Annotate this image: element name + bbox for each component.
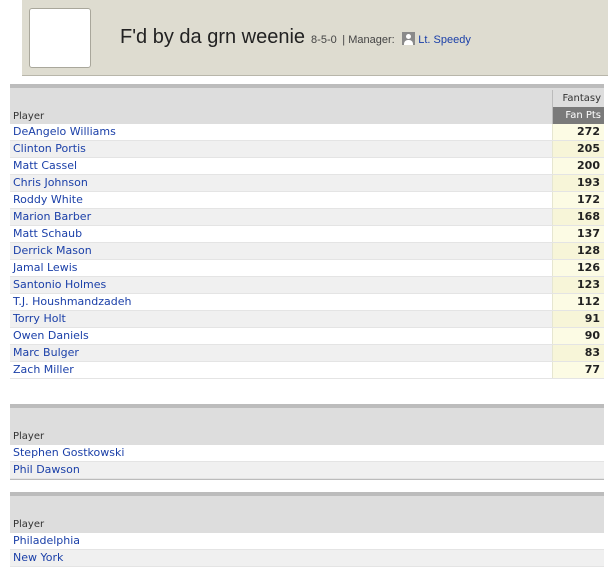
table-row: T.J. Houshmandzadeh 112 [10, 293, 604, 311]
fan-pts-cell: 126 [551, 259, 604, 277]
player-link[interactable]: Matt Cassel [13, 159, 77, 172]
fan-pts-cell: 172 [551, 191, 604, 209]
fan-pts-cell: 272 [551, 124, 604, 141]
fan-pts-cell: 77 [551, 361, 604, 379]
table-row: Derrick Mason 128 [10, 242, 604, 260]
player-link[interactable]: DeAngelo Williams [13, 125, 116, 138]
player-cell: Santonio Holmes [10, 276, 552, 294]
player-link[interactable]: T.J. Houshmandzadeh [13, 295, 131, 308]
player-cell: Matt Cassel [10, 157, 552, 175]
player-link[interactable]: Stephen Gostkowski [13, 446, 124, 459]
table-row: Stephen Gostkowski [10, 445, 604, 462]
manager-link[interactable]: Lt. Speedy [418, 34, 471, 46]
player-cell: Philadelphia [10, 533, 604, 550]
user-avatar-icon [402, 32, 416, 45]
player-cell: Marc Bulger [10, 344, 552, 362]
table-row: DeAngelo Williams 272 [10, 124, 604, 141]
player-link[interactable]: Marc Bulger [13, 346, 79, 359]
table-row: Philadelphia [10, 533, 604, 550]
defense-table: Player Philadelphia New York [10, 492, 604, 567]
player-link[interactable]: Torry Holt [13, 312, 66, 325]
player-link[interactable]: Clinton Portis [13, 142, 86, 155]
fantasy-group-header: Fantasy [552, 90, 604, 107]
player-link[interactable]: Zach Miller [13, 363, 74, 376]
team-record: 8-5-0 [311, 34, 337, 46]
player-cell: Roddy White [10, 191, 552, 209]
player-cell: Owen Daniels [10, 327, 552, 345]
player-column-header: Player [10, 496, 604, 533]
fan-pts-cell: 193 [551, 174, 604, 192]
fan-pts-cell: 137 [551, 225, 604, 243]
table-row: New York [10, 549, 604, 567]
player-cell: Marion Barber [10, 208, 552, 226]
player-cell: Torry Holt [10, 310, 552, 328]
player-link[interactable]: Jamal Lewis [13, 261, 77, 274]
team-logo [29, 8, 91, 68]
player-link[interactable]: Chris Johnson [13, 176, 88, 189]
player-link[interactable]: Owen Daniels [13, 329, 89, 342]
fan-pts-header[interactable]: Fan Pts [552, 107, 604, 124]
table-row: Santonio Holmes 123 [10, 276, 604, 294]
fan-pts-cell: 128 [551, 242, 604, 260]
player-link[interactable]: Matt Schaub [13, 227, 82, 240]
team-header: F'd by da grn weenie 8-5-0 | Manager: Lt.… [22, 0, 608, 76]
fan-pts-cell: 168 [551, 208, 604, 226]
player-cell: DeAngelo Williams [10, 124, 552, 141]
player-link[interactable]: Roddy White [13, 193, 83, 206]
player-cell: Phil Dawson [10, 461, 604, 479]
fan-pts-cell: 83 [551, 344, 604, 362]
table-row: Clinton Portis 205 [10, 140, 604, 158]
kickers-table: Player Stephen Gostkowski Phil Dawson [10, 404, 604, 480]
table-row: Phil Dawson [10, 461, 604, 479]
fan-pts-cell: 200 [551, 157, 604, 175]
manager-label: | Manager: [342, 34, 395, 46]
table-row: Matt Schaub 137 [10, 225, 604, 243]
player-cell: Jamal Lewis [10, 259, 552, 277]
team-name: F'd by da grn weenie [120, 26, 306, 48]
player-cell: New York [10, 549, 604, 567]
starters-table: Player Fantasy Fan Pts DeAngelo Williams… [10, 84, 604, 379]
defense-header-row: Player [10, 496, 604, 533]
player-cell: Matt Schaub [10, 225, 552, 243]
player-cell: Clinton Portis [10, 140, 552, 158]
player-column-header: Player [10, 408, 604, 445]
player-link[interactable]: Derrick Mason [13, 244, 92, 257]
table-row: Zach Miller 77 [10, 361, 604, 379]
fan-pts-cell: 205 [551, 140, 604, 158]
player-cell: Derrick Mason [10, 242, 552, 260]
table-row: Matt Cassel 200 [10, 157, 604, 175]
player-link[interactable]: Marion Barber [13, 210, 91, 223]
team-title-line: F'd by da grn weenie 8-5-0 | Manager: Lt.… [120, 26, 471, 49]
kickers-header-row: Player [10, 408, 604, 445]
table-row: Torry Holt 91 [10, 310, 604, 328]
table-row: Chris Johnson 193 [10, 174, 604, 192]
table-bottom-border [10, 478, 604, 480]
player-cell: Zach Miller [10, 361, 552, 379]
fan-pts-cell: 112 [551, 293, 604, 311]
player-cell: Chris Johnson [10, 174, 552, 192]
player-link[interactable]: New York [13, 551, 63, 564]
player-column-header: Player [10, 88, 552, 124]
table-row: Marc Bulger 83 [10, 344, 604, 362]
player-cell: Stephen Gostkowski [10, 445, 604, 462]
player-link[interactable]: Phil Dawson [13, 463, 80, 476]
fan-pts-cell: 90 [551, 327, 604, 345]
player-cell: T.J. Houshmandzadeh [10, 293, 552, 311]
starters-header-row: Player Fantasy Fan Pts [10, 88, 604, 124]
player-link[interactable]: Santonio Holmes [13, 278, 106, 291]
fantasy-column-header: Fantasy Fan Pts [552, 88, 604, 124]
table-row: Roddy White 172 [10, 191, 604, 209]
table-row: Marion Barber 168 [10, 208, 604, 226]
table-row: Owen Daniels 90 [10, 327, 604, 345]
player-link[interactable]: Philadelphia [13, 534, 80, 547]
fan-pts-cell: 123 [551, 276, 604, 294]
table-row: Jamal Lewis 126 [10, 259, 604, 277]
fan-pts-cell: 91 [551, 310, 604, 328]
